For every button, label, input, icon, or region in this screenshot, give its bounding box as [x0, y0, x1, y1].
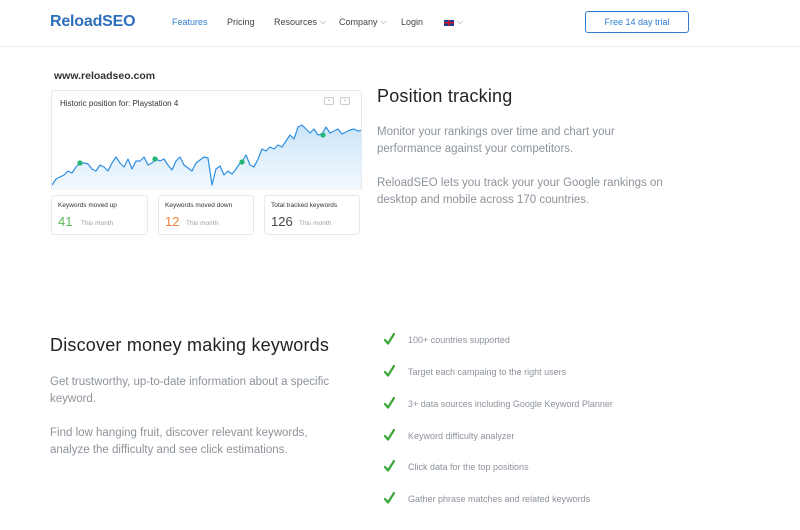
checkmark-icon — [384, 364, 395, 377]
checkmark-icon — [384, 491, 395, 504]
stat-sub: This month — [81, 220, 114, 227]
uk-flag-icon — [444, 19, 454, 26]
nav-company[interactable]: Company ⌵ — [339, 17, 387, 28]
nav-features[interactable]: Features — [172, 17, 208, 27]
stat-value: 126 — [271, 214, 293, 229]
position-tracking-paragraph-2: ReloadSEO lets you track your your Googl… — [377, 177, 663, 206]
chevron-down-icon: ⌵ — [320, 17, 327, 26]
nav-company-label: Company — [339, 17, 378, 27]
feature-text: Click data for the top positions — [408, 462, 529, 472]
checkmark-icon — [384, 459, 395, 472]
logo[interactable]: ReloadSEO — [50, 13, 136, 31]
checkmark-icon — [384, 428, 395, 441]
chevron-down-icon: ⌵ — [457, 17, 464, 26]
position-chart-card: Historic position for: Playstation 4 ‹ › — [51, 90, 362, 190]
chart-marker — [152, 156, 158, 162]
nav-pricing[interactable]: Pricing — [227, 17, 255, 27]
feature-text: 100+ countries supported — [408, 335, 510, 345]
stat-label: Total tracked keywords — [271, 202, 338, 209]
chart-marker — [320, 132, 326, 138]
chart-marker — [239, 159, 245, 165]
stat-sub: This month — [186, 220, 219, 227]
keywords-paragraph-1: Get trustworthy, up-to-date information … — [50, 376, 330, 405]
top-navbar: ReloadSEO Features Pricing Resources ⌵ Co… — [0, 0, 800, 47]
position-tracking-heading: Position tracking — [377, 86, 513, 106]
chart-marker — [77, 160, 83, 166]
position-tracking-paragraph-1: Monitor your rankings over time and char… — [377, 126, 615, 155]
stat-sub: This month — [299, 220, 332, 227]
keywords-paragraph-2: Find low hanging fruit, discover relevan… — [50, 427, 308, 456]
feature-text: Target each campaing to the right users — [408, 367, 567, 377]
stat-value: 41 — [58, 214, 73, 229]
language-selector[interactable]: ⌵ — [444, 17, 463, 28]
chevron-down-icon: ⌵ — [380, 17, 387, 26]
stat-label: Keywords moved down — [165, 202, 233, 209]
stat-total-tracked: Total tracked keywords 126 This month — [264, 195, 360, 235]
site-url: www.reloadseo.com — [54, 70, 156, 82]
nav-resources-label: Resources — [274, 17, 318, 27]
checkmark-icon — [384, 332, 395, 345]
free-trial-button[interactable]: Free 14 day trial — [585, 11, 689, 33]
feature-text: Keyword difficulty analyzer — [408, 431, 515, 441]
stat-moved-down: Keywords moved down 12 This month — [158, 195, 254, 235]
stat-value: 12 — [165, 214, 180, 229]
feature-text: 3+ data sources including Google Keyword… — [408, 399, 613, 409]
stat-label: Keywords moved up — [58, 202, 117, 209]
stat-moved-up: Keywords moved up 41 This month — [51, 195, 148, 235]
nav-resources[interactable]: Resources ⌵ — [274, 17, 326, 28]
keywords-heading: Discover money making keywords — [50, 335, 330, 355]
position-chart — [52, 124, 361, 190]
checkmark-icon — [384, 396, 395, 409]
nav-login[interactable]: Login — [401, 17, 423, 27]
feature-text: Gather phrase matches and related keywor… — [408, 494, 591, 504]
